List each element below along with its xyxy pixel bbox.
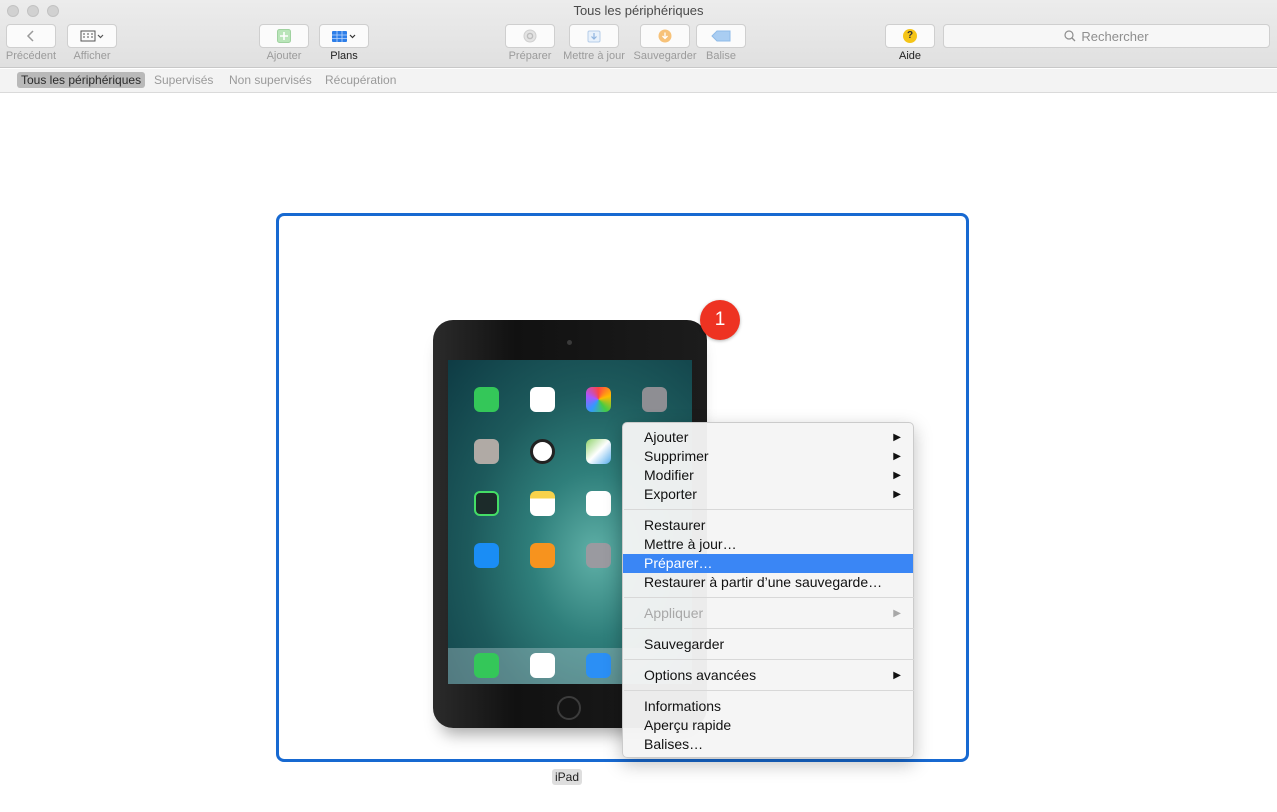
add-icon <box>277 29 291 43</box>
menu-item-add[interactable]: Ajouter ▶ <box>623 428 913 447</box>
tag-label: Balise <box>706 50 736 62</box>
help-icon: ? <box>903 29 917 43</box>
menu-item-export[interactable]: Exporter ▶ <box>623 485 913 504</box>
menu-item-backup[interactable]: Sauvegarder <box>623 635 913 654</box>
calendar-app-icon <box>530 387 555 412</box>
back-button[interactable] <box>6 24 56 48</box>
context-menu: Ajouter ▶ Supprimer ▶ Modifier ▶ Exporter ▶ … <box>622 422 914 758</box>
window-title: Tous les périphériques <box>573 3 704 18</box>
submenu-arrow-icon: ▶ <box>893 489 901 500</box>
filter-unsupervised[interactable]: Non supervisés <box>225 72 316 88</box>
menu-separator <box>624 659 914 660</box>
submenu-arrow-icon: ▶ <box>893 608 901 619</box>
menu-item-label: Exporter <box>644 486 697 502</box>
chevron-left-icon <box>26 30 34 42</box>
menu-item-label: Ajouter <box>644 429 689 445</box>
update-label: Mettre à jour <box>563 50 625 62</box>
filter-bar: Tous les périphériques Supervisés Non su… <box>0 69 1277 93</box>
menu-item-tags[interactable]: Balises… <box>623 735 913 754</box>
device-notification-badge: 1 <box>700 300 740 340</box>
plans-icon <box>332 30 356 42</box>
tv-app-icon <box>474 491 499 516</box>
search-icon <box>1064 30 1076 42</box>
reminders-app-icon <box>586 491 611 516</box>
menu-separator <box>624 628 914 629</box>
menu-item-label: Appliquer <box>644 605 704 621</box>
camera-app-icon <box>642 387 667 412</box>
filter-recovery[interactable]: Récupération <box>321 72 400 88</box>
settings-app-icon <box>586 543 611 568</box>
prepare-button[interactable] <box>505 24 555 48</box>
view-label: Afficher <box>73 50 111 62</box>
plans-label: Plans <box>330 50 358 62</box>
backup-button[interactable] <box>640 24 690 48</box>
search-field[interactable]: Rechercher <box>943 24 1270 48</box>
plans-button[interactable] <box>319 24 369 48</box>
photos-app-icon <box>586 387 611 412</box>
backup-label: Sauvegarder <box>633 50 697 62</box>
filter-all-devices[interactable]: Tous les périphériques <box>17 72 146 88</box>
window-toolbar: Tous les périphériques Précédent Affiche… <box>0 0 1277 68</box>
app-store-icon <box>474 543 499 568</box>
books-app-icon <box>530 543 555 568</box>
menu-item-label: Modifier <box>644 467 694 483</box>
backup-icon <box>658 29 672 43</box>
mail-app-icon <box>586 653 611 678</box>
prepare-label: Préparer <box>508 50 552 62</box>
menu-item-prepare[interactable]: Préparer… <box>623 554 913 573</box>
contacts-app-icon <box>474 439 499 464</box>
menu-separator <box>624 690 914 691</box>
submenu-arrow-icon: ▶ <box>893 432 901 443</box>
camera-dot <box>567 340 572 345</box>
menu-item-restore-from-backup[interactable]: Restaurer à partir d’une sauvegarde… <box>623 573 913 592</box>
home-button <box>557 696 581 720</box>
gear-icon <box>523 29 537 43</box>
menu-item-modify[interactable]: Modifier ▶ <box>623 466 913 485</box>
menu-item-restore[interactable]: Restaurer <box>623 516 913 535</box>
submenu-arrow-icon: ▶ <box>893 670 901 681</box>
menu-item-apply: Appliquer ▶ <box>623 604 913 623</box>
menu-item-update[interactable]: Mettre à jour… <box>623 535 913 554</box>
search-placeholder: Rechercher <box>1081 28 1149 44</box>
help-button[interactable]: ? <box>885 24 935 48</box>
add-button[interactable] <box>259 24 309 48</box>
facetime-app-icon <box>474 387 499 412</box>
menu-item-quick-look[interactable]: Aperçu rapide <box>623 716 913 735</box>
back-label: Précédent <box>5 50 57 62</box>
update-icon <box>587 30 601 43</box>
submenu-arrow-icon: ▶ <box>893 451 901 462</box>
tag-button[interactable] <box>696 24 746 48</box>
add-label: Ajouter <box>266 50 302 62</box>
menu-item-label: Options avancées <box>644 667 757 683</box>
submenu-arrow-icon: ▶ <box>893 470 901 481</box>
maps-app-icon <box>586 439 611 464</box>
filter-supervised[interactable]: Supervisés <box>150 72 217 88</box>
tag-icon <box>711 30 731 42</box>
messages-app-icon <box>474 653 499 678</box>
menu-item-label: Supprimer <box>644 448 709 464</box>
menu-item-advanced-options[interactable]: Options avancées ▶ <box>623 666 913 685</box>
safari-app-icon <box>530 653 555 678</box>
device-name-label[interactable]: iPad <box>552 769 583 785</box>
help-label: Aide <box>898 50 922 62</box>
notes-app-icon <box>530 491 555 516</box>
grid-view-icon <box>80 30 104 42</box>
menu-separator <box>624 509 914 510</box>
view-button[interactable] <box>67 24 117 48</box>
menu-item-delete[interactable]: Supprimer ▶ <box>623 447 913 466</box>
menu-item-information[interactable]: Informations <box>623 697 913 716</box>
clock-app-icon <box>530 439 555 464</box>
update-button[interactable] <box>569 24 619 48</box>
menu-separator <box>624 597 914 598</box>
